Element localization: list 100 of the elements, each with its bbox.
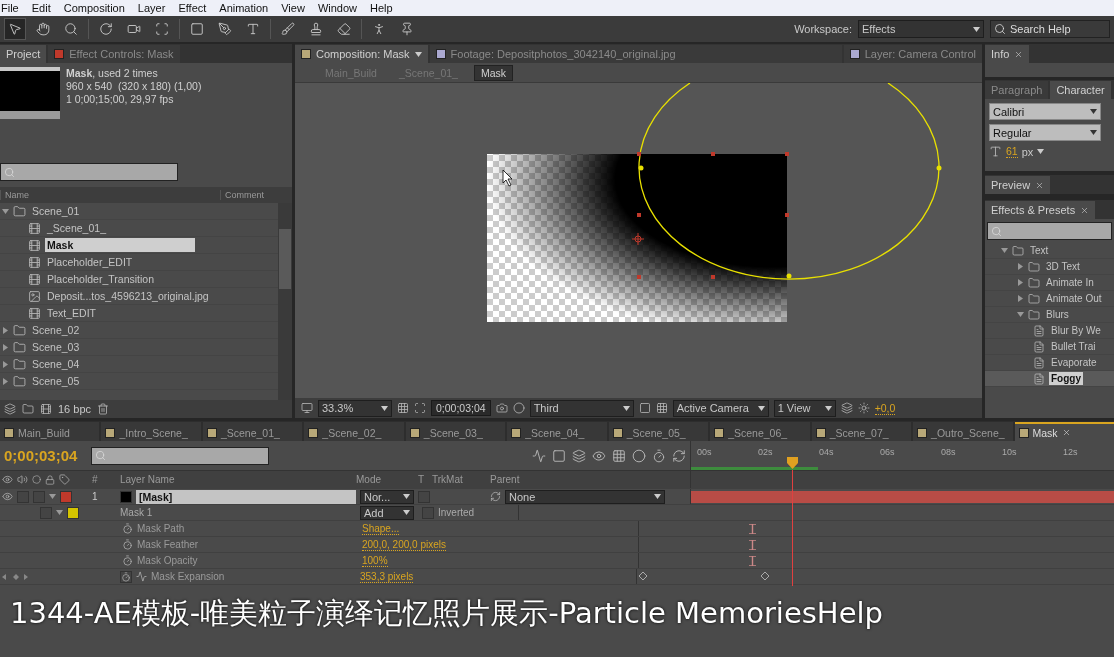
graph-editor-icon[interactable] — [532, 448, 546, 463]
grid-icon[interactable] — [397, 402, 409, 414]
project-item[interactable]: Mask — [0, 237, 278, 254]
timeline-tab[interactable]: _Scene_07_ — [811, 422, 912, 441]
layer-name-field[interactable]: [Mask] — [136, 489, 356, 504]
expanded-triangle-icon[interactable] — [49, 493, 56, 500]
stopwatch-button[interactable] — [120, 570, 132, 583]
layer-handles-drawing[interactable] — [637, 152, 789, 279]
collapsed-triangle-icon[interactable] — [2, 377, 9, 385]
column-header[interactable]: Layer Name — [120, 474, 175, 485]
effects-item[interactable]: Animate Out — [985, 291, 1114, 307]
viewer-tab[interactable]: Footage: Depositphotos_3042140_original.jpg — [429, 45, 842, 63]
panel-tab[interactable]: Effects & Presets — [985, 201, 1096, 219]
project-item[interactable]: Deposit...tos_4596213_original.jpg — [0, 288, 278, 305]
property-value[interactable]: 200,0, 200,0 pixels — [362, 538, 446, 551]
expanded-triangle-icon[interactable] — [56, 509, 63, 516]
panel-tab[interactable]: Effect Controls: Mask — [48, 45, 180, 63]
bit-depth-button[interactable]: 16 bpc — [58, 403, 92, 415]
menu-item[interactable]: File — [1, 2, 19, 14]
font-size-value[interactable]: 61 — [1006, 145, 1018, 158]
project-item[interactable]: Scene_01 — [0, 203, 278, 220]
time-ruler[interactable]: 00s 02s 04s 06s 08s 10s 12s — [690, 441, 1114, 470]
effects-search-field[interactable] — [987, 222, 1112, 240]
menu-item[interactable]: Composition — [63, 2, 125, 14]
transparency-grid-icon[interactable] — [655, 402, 668, 414]
always-preview-icon[interactable] — [301, 402, 313, 414]
menu-item[interactable]: Help — [370, 2, 393, 14]
viewer-tab[interactable]: Composition: Mask — [295, 45, 428, 63]
magnification-dropdown[interactable]: 33.3% — [318, 399, 392, 417]
collapsed-triangle-icon[interactable] — [2, 343, 9, 351]
current-time-indicator[interactable] — [786, 457, 798, 469]
search-field[interactable]: Search Help — [990, 20, 1110, 38]
project-item[interactable]: Text_EDIT — [0, 305, 278, 322]
keyframe-icon[interactable] — [639, 572, 647, 580]
menu-item[interactable]: Layer — [137, 2, 166, 14]
parent-dropdown[interactable]: None — [505, 489, 665, 504]
new-composition-icon[interactable] — [40, 403, 52, 415]
effects-item[interactable]: 3D Text — [985, 259, 1114, 275]
menu-item[interactable]: Edit — [31, 2, 51, 14]
project-item[interactable]: Scene_04 — [0, 356, 278, 373]
visibility-icon[interactable] — [2, 491, 13, 502]
close-icon[interactable] — [1080, 205, 1090, 215]
viewer-tab[interactable]: Layer: Camera Control — [843, 45, 982, 63]
effects-item[interactable]: Blurs — [985, 307, 1114, 323]
stopwatch-icon[interactable] — [122, 523, 133, 534]
breadcrumb[interactable]: Mask — [473, 64, 514, 81]
project-item[interactable]: Scene_03 — [0, 339, 278, 356]
close-icon[interactable] — [1035, 180, 1045, 190]
timeline-tab[interactable]: _Scene_05_ — [608, 422, 709, 441]
property-value[interactable]: 353,3 pixels — [360, 570, 414, 583]
workspace-dropdown[interactable]: Effects — [858, 20, 984, 38]
mask-path-drawing[interactable] — [638, 83, 942, 280]
project-item[interactable]: Placeholder_EDIT — [0, 254, 278, 271]
panel-tab[interactable]: Project — [0, 45, 47, 63]
timeline-tab[interactable]: _Scene_02_ — [304, 422, 404, 441]
timeline-tab[interactable]: _Scene_03_ — [405, 422, 506, 441]
stopwatch-icon[interactable] — [122, 555, 133, 566]
collapsed-triangle-icon[interactable] — [1017, 263, 1024, 270]
font-family-dropdown[interactable]: Calibri — [989, 103, 1101, 120]
anchor-point-icon[interactable] — [631, 232, 645, 246]
selection-tool-button[interactable] — [4, 18, 26, 40]
column-header[interactable]: Name — [0, 190, 220, 200]
current-time-field[interactable]: 0;00;03;04 — [431, 400, 491, 416]
project-item[interactable]: Scene_05 — [0, 373, 278, 390]
column-header[interactable]: Parent — [490, 474, 520, 485]
keyframe-navigator-icon[interactable] — [2, 572, 28, 581]
mask-mode-dropdown[interactable]: Add — [360, 505, 414, 520]
view-layout-dropdown[interactable]: 1 View — [773, 399, 836, 417]
expanded-triangle-icon[interactable] — [1001, 247, 1008, 254]
layer-search-field[interactable] — [91, 446, 270, 465]
resolution-dropdown[interactable]: Third — [529, 399, 634, 417]
region-icon[interactable] — [414, 402, 426, 414]
collapsed-triangle-icon[interactable] — [1017, 295, 1024, 302]
snapshot-icon[interactable] — [495, 402, 508, 414]
column-header[interactable]: Mode — [356, 474, 381, 485]
keyframe-icon[interactable] — [761, 572, 769, 580]
timeline-tab[interactable]: _Outro_Scene_ — [913, 422, 1013, 441]
timeline-tab[interactable]: Mask — [1014, 422, 1114, 441]
stopwatch-icon[interactable] — [122, 539, 133, 550]
effects-item[interactable]: Bullet Trai — [985, 339, 1114, 355]
timeline-tab[interactable]: _Scene_06_ — [710, 422, 810, 441]
menu-item[interactable]: Window — [317, 2, 357, 14]
camera-dropdown[interactable]: Active Camera — [672, 399, 769, 417]
timeline-tab[interactable]: Main_Build — [0, 422, 100, 441]
property-value[interactable]: Shape... — [362, 522, 400, 535]
property-value[interactable]: 100% — [362, 554, 388, 567]
project-search-field[interactable] — [0, 163, 178, 181]
collapsed-triangle-icon[interactable] — [2, 360, 9, 368]
effects-item[interactable]: Text — [985, 243, 1114, 259]
menu-item[interactable]: Effect — [178, 2, 207, 14]
column-header[interactable]: TrkMat — [432, 474, 463, 485]
column-header[interactable]: T — [418, 474, 425, 485]
font-style-dropdown[interactable]: Regular — [989, 124, 1101, 141]
menu-item[interactable]: View — [281, 2, 305, 14]
exposure-icon[interactable] — [857, 402, 870, 414]
panel-tab[interactable]: Character — [1050, 81, 1111, 99]
current-time-display[interactable]: 0;00;03;04 — [4, 447, 78, 464]
effects-item[interactable]: Foggy — [985, 371, 1114, 387]
exposure-value[interactable]: +0,0 — [874, 401, 896, 415]
panel-tab[interactable]: Info — [985, 45, 1030, 63]
